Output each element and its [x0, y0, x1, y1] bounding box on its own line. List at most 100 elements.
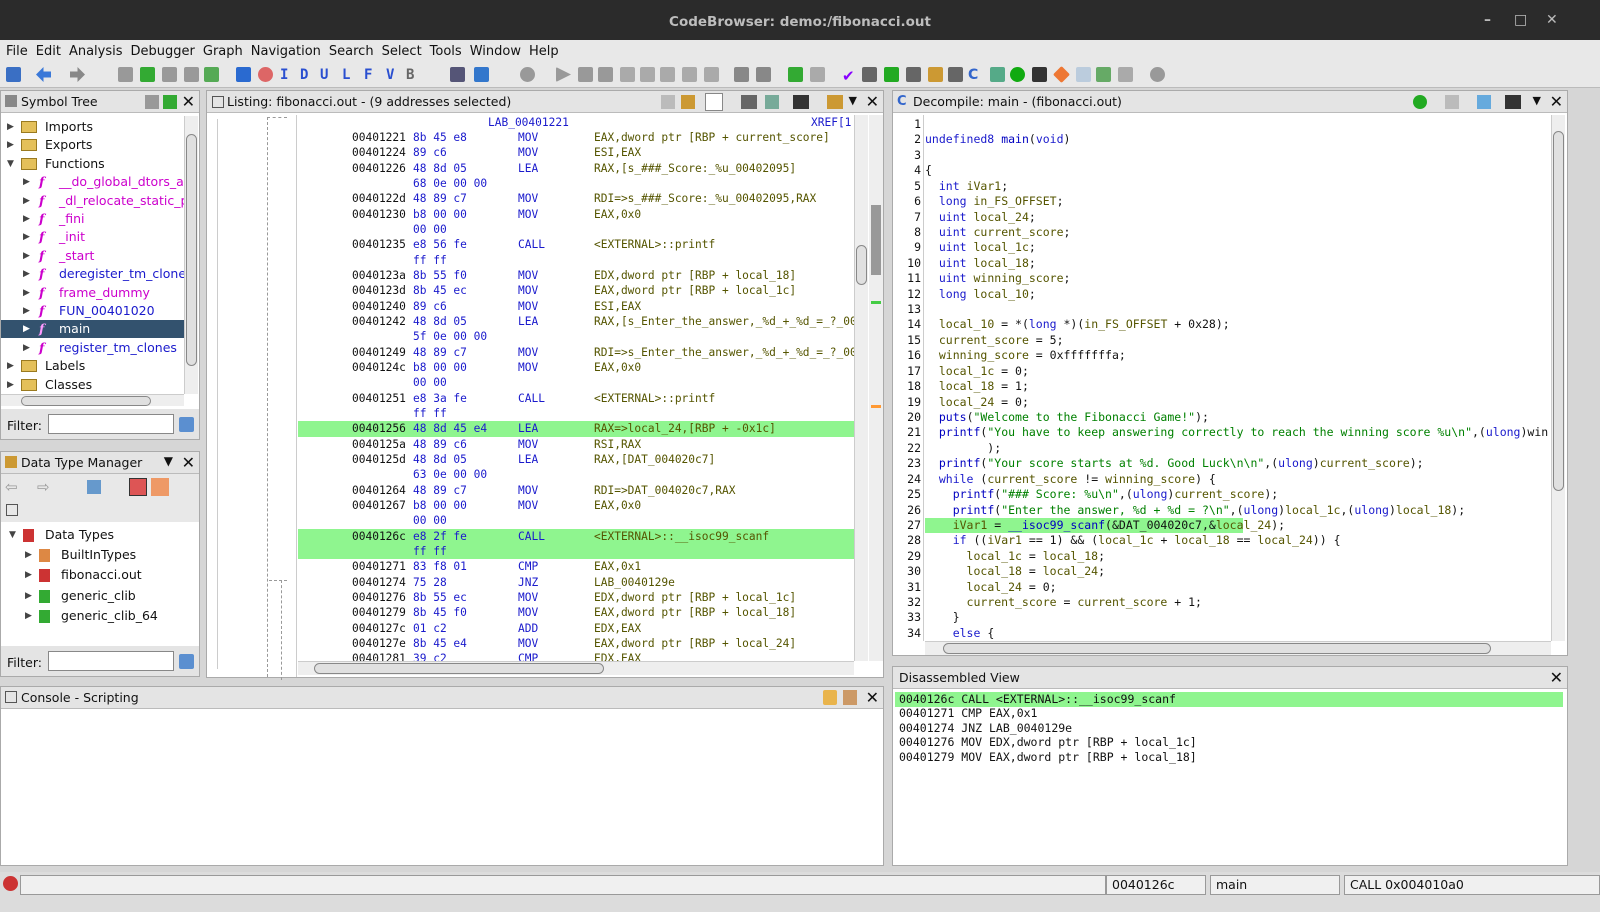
close-symbol-tree-button[interactable]: ✕: [182, 92, 195, 111]
layout-icon[interactable]: [827, 95, 843, 109]
nav-icon-5[interactable]: [204, 67, 219, 82]
undefined-icon[interactable]: U: [320, 67, 335, 83]
window-icon[interactable]: [1076, 67, 1091, 82]
close-window-button[interactable]: ✕: [1546, 12, 1558, 28]
close-console-button[interactable]: ✕: [866, 688, 879, 707]
decompile-menu-icon[interactable]: ▼: [1533, 94, 1541, 107]
listing-menu-icon[interactable]: ▼: [849, 94, 857, 107]
run-script-icon[interactable]: [1010, 67, 1025, 82]
disassembled-line[interactable]: 00401271 CMP EAX,0x1: [899, 706, 1567, 721]
menu-debugger[interactable]: Debugger: [131, 44, 195, 59]
decompile-line[interactable]: local_24 = 0;: [925, 580, 1549, 595]
dtm-collapse-icon[interactable]: [6, 504, 18, 516]
collapsed-arrow-icon[interactable]: ▶: [25, 587, 32, 605]
listing-row[interactable]: 00 00: [298, 375, 854, 390]
symbol-tree-item[interactable]: ▶ Labels: [1, 357, 184, 375]
listing-row[interactable]: 00401235 e8 56 fe CALL <EXTERNAL>::printf: [298, 237, 854, 252]
disassembled-line[interactable]: 00401279 MOV EAX,dword ptr [RBP + local_…: [899, 750, 1567, 765]
decompile-line[interactable]: long in_FS_OFFSET;: [925, 194, 1549, 209]
nav-icon-3[interactable]: [162, 67, 177, 82]
forward-icon[interactable]: [70, 67, 85, 82]
nav-icon-4[interactable]: [184, 67, 199, 82]
decompile-line[interactable]: puts("Welcome to the Fibonacci Game!");: [925, 410, 1549, 425]
listing-row[interactable]: 00401271 83 f8 01 CMP EAX,0x1: [298, 559, 854, 574]
edit-signature-icon[interactable]: [1477, 95, 1491, 109]
decompile-line[interactable]: uint local_18;: [925, 256, 1549, 271]
menu-help[interactable]: Help: [529, 44, 559, 59]
listing-row[interactable]: 0040127c 01 c2 ADD EDX,EAX: [298, 621, 854, 636]
decompile-line[interactable]: else {: [925, 626, 1549, 641]
redo-icon[interactable]: [810, 67, 825, 82]
filter-options-icon[interactable]: [179, 654, 194, 669]
snapshot-decompile-icon[interactable]: [1505, 95, 1521, 109]
listing-row[interactable]: 00401226 48 8d 05 LEA RAX,[s_###_Score:_%u_…: [298, 161, 854, 176]
close-dtm-button[interactable]: ✕: [182, 453, 195, 472]
symbol-tree-hscrollbar[interactable]: [1, 394, 184, 406]
listing-row[interactable]: 00401279 8b 45 f0 MOV EAX,dword ptr [RBP + …: [298, 605, 854, 620]
record-icon[interactable]: [520, 67, 535, 82]
close-disassembled-view-button[interactable]: ✕: [1550, 668, 1563, 687]
collapsed-arrow-icon[interactable]: ▶: [23, 302, 30, 320]
target-icon[interactable]: [474, 67, 489, 82]
symbol-tree-item[interactable]: ▶ Imports: [1, 118, 184, 136]
collapsed-arrow-icon[interactable]: ▶: [23, 320, 30, 338]
trace-icon[interactable]: [704, 67, 719, 82]
decompile-line[interactable]: undefined8 main(void): [925, 132, 1549, 147]
disassembled-line[interactable]: 00401276 MOV EDX,dword ptr [RBP + local_…: [899, 735, 1567, 750]
decompile-line[interactable]: [925, 148, 1549, 163]
listing-row[interactable]: 0040126c e8 2f fe CALL <EXTERNAL>::__isoc99…: [298, 528, 854, 544]
listing-row[interactable]: 0040123d 8b 45 ec MOV EAX,dword ptr [RBP + …: [298, 283, 854, 298]
debug-icon[interactable]: [450, 67, 465, 82]
listing-row[interactable]: 0040124c b8 00 00 MOV EAX,0x0: [298, 360, 854, 375]
listing-row[interactable]: 00 00: [298, 513, 854, 528]
symbol-tree-item[interactable]: ▶ f _start: [1, 247, 184, 265]
format-icon[interactable]: [741, 95, 757, 109]
symbol-tree-item[interactable]: ▶ f deregister_tm_clone: [1, 265, 184, 283]
collapsed-arrow-icon[interactable]: ▶: [7, 118, 14, 136]
resume-icon[interactable]: [556, 67, 571, 82]
label-icon[interactable]: L: [342, 67, 357, 83]
table-icon[interactable]: [948, 67, 963, 82]
step-over-icon[interactable]: [640, 67, 655, 82]
decompile-line[interactable]: while (current_score != winning_score) {: [925, 472, 1549, 487]
collapsed-arrow-icon[interactable]: ▶: [25, 607, 32, 625]
listing-row[interactable]: 00401267 b8 00 00 MOV EAX,0x0: [298, 498, 854, 513]
listing-code[interactable]: LAB_00401221 XREF[1 00401221 8b 45 e8 MOV E…: [298, 115, 854, 661]
scrollbar-thumb[interactable]: [856, 245, 867, 285]
listing-row[interactable]: 00401274 75 28 JNZ LAB_0040129e: [298, 575, 854, 590]
diff-icon[interactable]: [765, 95, 779, 109]
decompile-hscrollbar[interactable]: [925, 641, 1551, 655]
calc-icon[interactable]: [862, 67, 877, 82]
decompile-line[interactable]: local_24 = 0;: [925, 395, 1549, 410]
tree-icon[interactable]: [1118, 67, 1133, 82]
dtm-filter-icon[interactable]: [129, 478, 147, 496]
overview-bar[interactable]: [869, 115, 883, 661]
decompile-line[interactable]: [925, 302, 1549, 317]
terminate-icon[interactable]: [598, 67, 613, 82]
graph-icon[interactable]: [990, 67, 1005, 82]
dtm-archive-icon[interactable]: [87, 480, 101, 494]
decompile-line[interactable]: uint local_1c;: [925, 240, 1549, 255]
listing-row[interactable]: 63 0e 00 00: [298, 467, 854, 482]
listing-row[interactable]: 00401256 48 8d 45 e4 LEA RAX=>local_24,[RBP…: [298, 421, 854, 437]
decompile-line[interactable]: uint local_24;: [925, 210, 1549, 225]
decompile-line[interactable]: local_1c = local_18;: [925, 549, 1549, 564]
value-icon[interactable]: V: [386, 67, 401, 83]
menu-window[interactable]: Window: [470, 44, 521, 59]
export-icon[interactable]: [1096, 67, 1111, 82]
back-icon[interactable]: [36, 67, 51, 82]
listing-row[interactable]: 0040125a 48 89 c6 MOV RSI,RAX: [298, 437, 854, 452]
expanded-arrow-icon[interactable]: ▼: [7, 155, 14, 173]
listing-row[interactable]: 68 0e 00 00: [298, 176, 854, 191]
decompile-line[interactable]: printf("Enter the answer, %d + %d = ?\n"…: [925, 503, 1549, 518]
nav-icon-2[interactable]: [140, 67, 155, 82]
dtm-filter-input[interactable]: [48, 651, 174, 671]
nav-icon-1[interactable]: [118, 67, 133, 82]
menu-tools[interactable]: Tools: [430, 44, 462, 59]
listing-row[interactable]: 0040125d 48 8d 05 LEA RAX,[DAT_004020c7]: [298, 452, 854, 467]
data-type-item[interactable]: ▶ generic_clib_64: [1, 607, 197, 625]
listing-row[interactable]: 00401276 8b 55 ec MOV EDX,dword ptr [RBP + …: [298, 590, 854, 605]
symbol-filter-input[interactable]: [48, 414, 174, 434]
symbol-tree-item[interactable]: ▶ f _fini: [1, 210, 184, 228]
scrollbar-thumb[interactable]: [943, 643, 1491, 654]
